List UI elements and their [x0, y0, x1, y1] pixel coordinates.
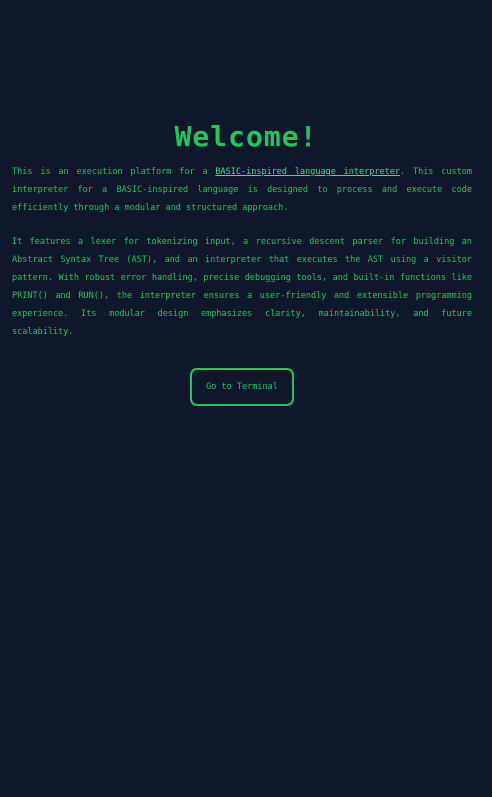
intro-paragraph-1: This is an execution platform for a BASI…: [12, 163, 472, 217]
intro-paragraph-2: It features a lexer for tokenizing input…: [12, 237, 472, 337]
intro-text-start: This is an execution platform for a: [12, 167, 216, 177]
go-to-terminal-button[interactable]: Go to Terminal: [190, 368, 294, 406]
intro-content: This is an execution platform for a BASI…: [12, 163, 472, 341]
interpreter-link[interactable]: BASIC-inspired language interpreter: [215, 167, 400, 177]
page-title: Welcome!: [174, 119, 318, 153]
welcome-page: Welcome! This is an execution platform f…: [0, 0, 492, 797]
